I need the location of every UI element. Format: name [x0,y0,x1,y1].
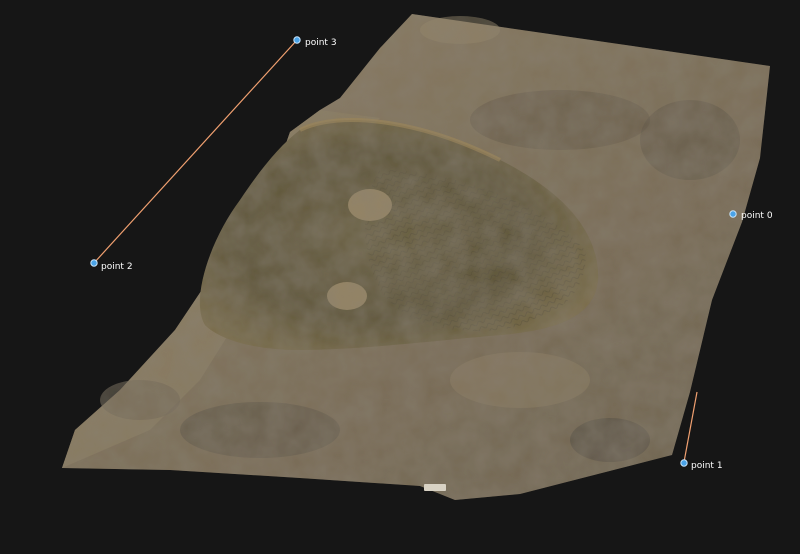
point-label-2: point 2 [101,262,133,272]
light-patch [420,16,500,44]
dark-patch [570,418,650,462]
point-marker-1[interactable] [680,459,688,467]
light-patch [450,352,590,408]
fossil-eye-lower [327,282,367,310]
point-label-3: point 3 [305,38,337,48]
dark-patch [100,380,180,420]
point-label-1: point 1 [691,461,723,471]
specimen-label-tag [424,484,446,491]
dark-patch [470,90,650,150]
3d-model-viewer[interactable]: point 0 point 1 point 2 point 3 [0,0,800,554]
viewer-canvas[interactable] [0,0,800,554]
point-label-0: point 0 [741,211,773,221]
point-marker-3[interactable] [293,36,301,44]
point-marker-2[interactable] [90,259,98,267]
point-marker-0[interactable] [729,210,737,218]
dark-patch [640,100,740,180]
dark-patch [180,402,340,458]
fossil-eye-upper [348,189,392,221]
